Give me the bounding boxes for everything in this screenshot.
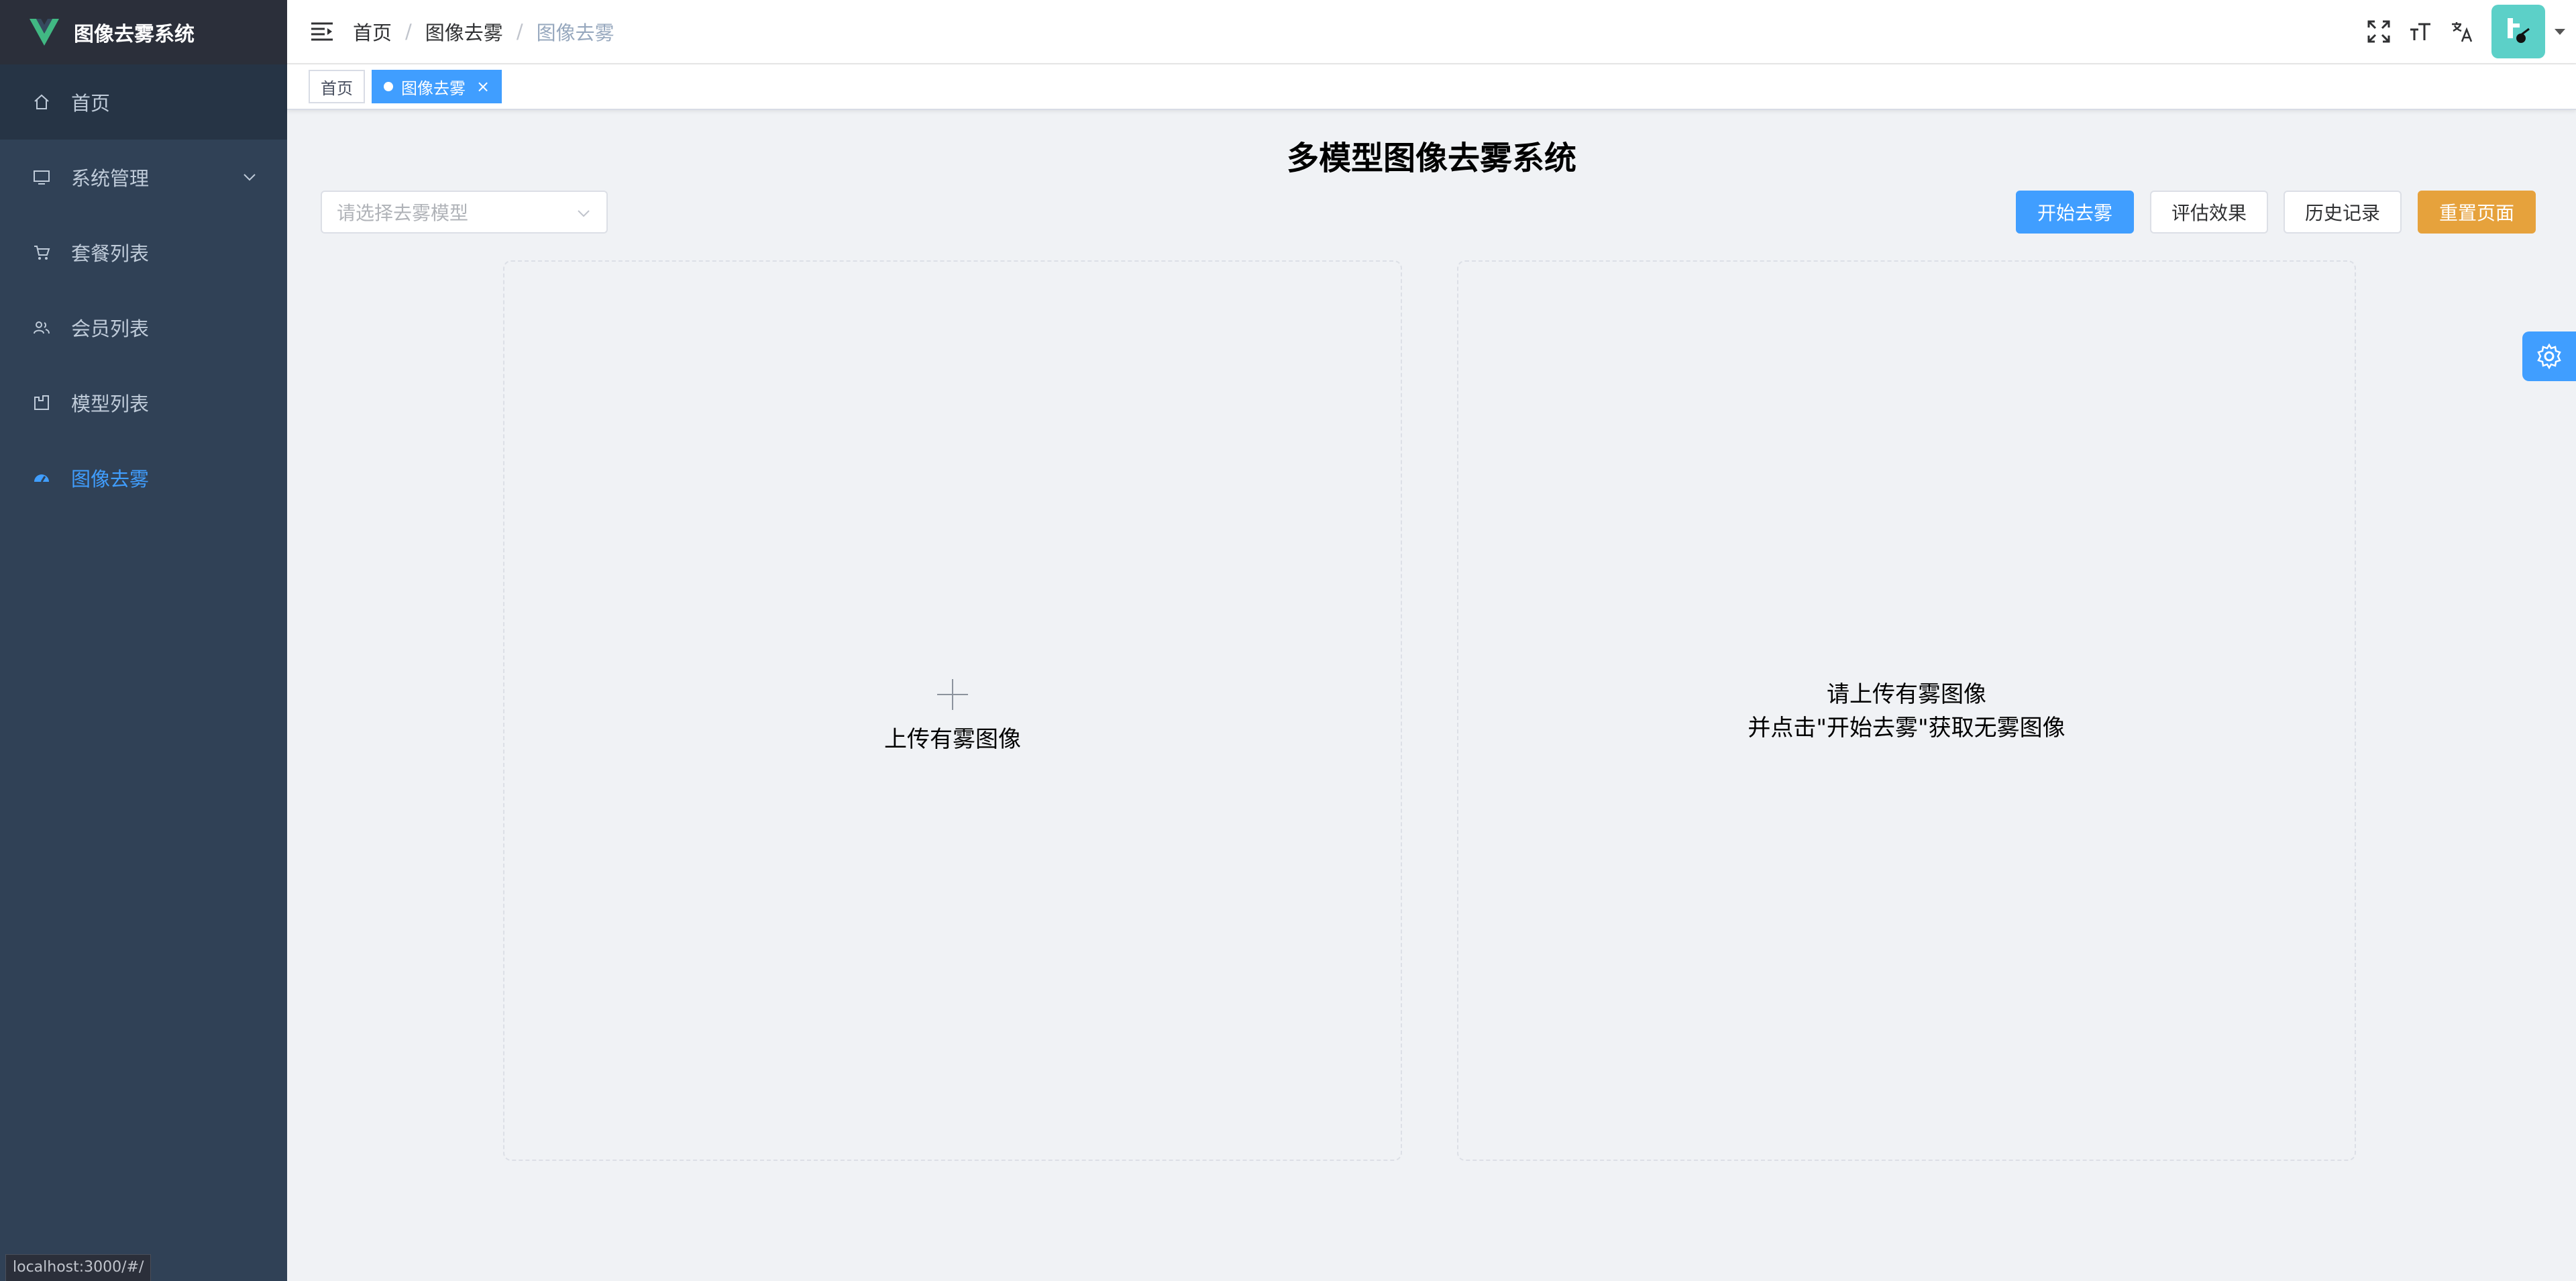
result-hint: 请上传有雾图像 并点击"开始去雾"获取无雾图像: [1458, 678, 2355, 745]
tag-dehaze[interactable]: 图像去雾 ×: [372, 70, 502, 103]
language-icon[interactable]: [2450, 19, 2474, 44]
upload-text: 上传有雾图像: [884, 726, 1021, 753]
breadcrumb-separator: /: [405, 20, 412, 43]
cart-icon: [32, 243, 51, 262]
monitor-icon: [32, 168, 51, 187]
avatar[interactable]: [2491, 5, 2545, 58]
sidebar-item-label: 系统管理: [71, 167, 150, 190]
result-hint-line2: 并点击"开始去雾"获取无雾图像: [1748, 715, 2065, 741]
settings-button[interactable]: [2522, 331, 2576, 381]
sidebar-item-models[interactable]: 模型列表: [0, 365, 287, 440]
home-icon: [32, 93, 51, 111]
sidebar-item-members[interactable]: 会员列表: [0, 290, 287, 365]
close-icon[interactable]: ×: [476, 77, 490, 96]
breadcrumb: 首页 / 图像去雾 / 图像去雾: [353, 17, 614, 46]
upload-area[interactable]: 上传有雾图像: [503, 260, 1402, 1161]
sidebar-item-label: 会员列表: [71, 317, 150, 340]
sidebar: 图像去雾系统 首页 系统管理 套餐列表 会员列表 模型列表 图像去雾 local…: [0, 0, 287, 1281]
breadcrumb-dehaze[interactable]: 图像去雾: [425, 17, 503, 46]
chevron-down-icon: [578, 210, 590, 217]
plus-icon: [937, 679, 968, 710]
active-dot-icon: [384, 82, 393, 91]
upload-content: 上传有雾图像: [504, 678, 1401, 754]
sidebar-item-label: 首页: [71, 92, 111, 115]
caret-down-icon[interactable]: [2555, 28, 2565, 35]
fullscreen-icon[interactable]: [2367, 19, 2391, 44]
vue-logo-icon: [30, 19, 59, 46]
result-hint-line1: 请上传有雾图像: [1827, 681, 1986, 708]
reset-button[interactable]: 重置页面: [2418, 191, 2536, 234]
logo-bar[interactable]: 图像去雾系统: [0, 0, 287, 64]
gear-icon: [2537, 343, 2561, 370]
font-size-icon[interactable]: [2408, 19, 2432, 44]
tags-view: 首页 图像去雾 ×: [287, 64, 2576, 110]
sidebar-item-label: 图像去雾: [71, 468, 150, 491]
result-area: 请上传有雾图像 并点击"开始去雾"获取无雾图像: [1457, 260, 2356, 1161]
chevron-down-icon: [244, 174, 256, 181]
dashboard-icon: [32, 468, 51, 487]
evaluate-button[interactable]: 评估效果: [2150, 191, 2268, 234]
navbar: 首页 / 图像去雾 / 图像去雾: [287, 0, 2576, 64]
navbar-right: [2367, 0, 2576, 63]
sidebar-item-dehaze[interactable]: 图像去雾: [0, 440, 287, 515]
sidebar-item-label: 模型列表: [71, 393, 150, 415]
sidebar-menu: 首页 系统管理 套餐列表 会员列表 模型列表 图像去雾: [0, 64, 287, 515]
sidebar-item-home[interactable]: 首页: [0, 64, 287, 140]
tag-home[interactable]: 首页: [309, 70, 365, 103]
model-select-placeholder: 请选择去雾模型: [337, 202, 469, 224]
page-title: 多模型图像去雾系统: [1286, 140, 1576, 177]
hamburger-icon[interactable]: [310, 19, 334, 44]
sidebar-item-system[interactable]: 系统管理: [0, 140, 287, 215]
tag-label: 首页: [321, 79, 353, 98]
sidebar-item-label: 套餐列表: [71, 242, 150, 265]
breadcrumb-home[interactable]: 首页: [353, 17, 392, 46]
breadcrumb-separator: /: [516, 20, 523, 43]
model-select[interactable]: 请选择去雾模型: [321, 191, 608, 234]
users-icon: [32, 318, 51, 337]
history-button[interactable]: 历史记录: [2284, 191, 2402, 234]
breadcrumb-current: 图像去雾: [536, 21, 614, 44]
tag-label: 图像去雾: [401, 79, 466, 98]
model-icon: [32, 393, 51, 412]
app-title: 图像去雾系统: [74, 23, 195, 46]
status-bar-url: localhost:3000/#/: [5, 1254, 152, 1281]
start-dehaze-button[interactable]: 开始去雾: [2016, 191, 2134, 234]
sidebar-item-packages[interactable]: 套餐列表: [0, 215, 287, 290]
